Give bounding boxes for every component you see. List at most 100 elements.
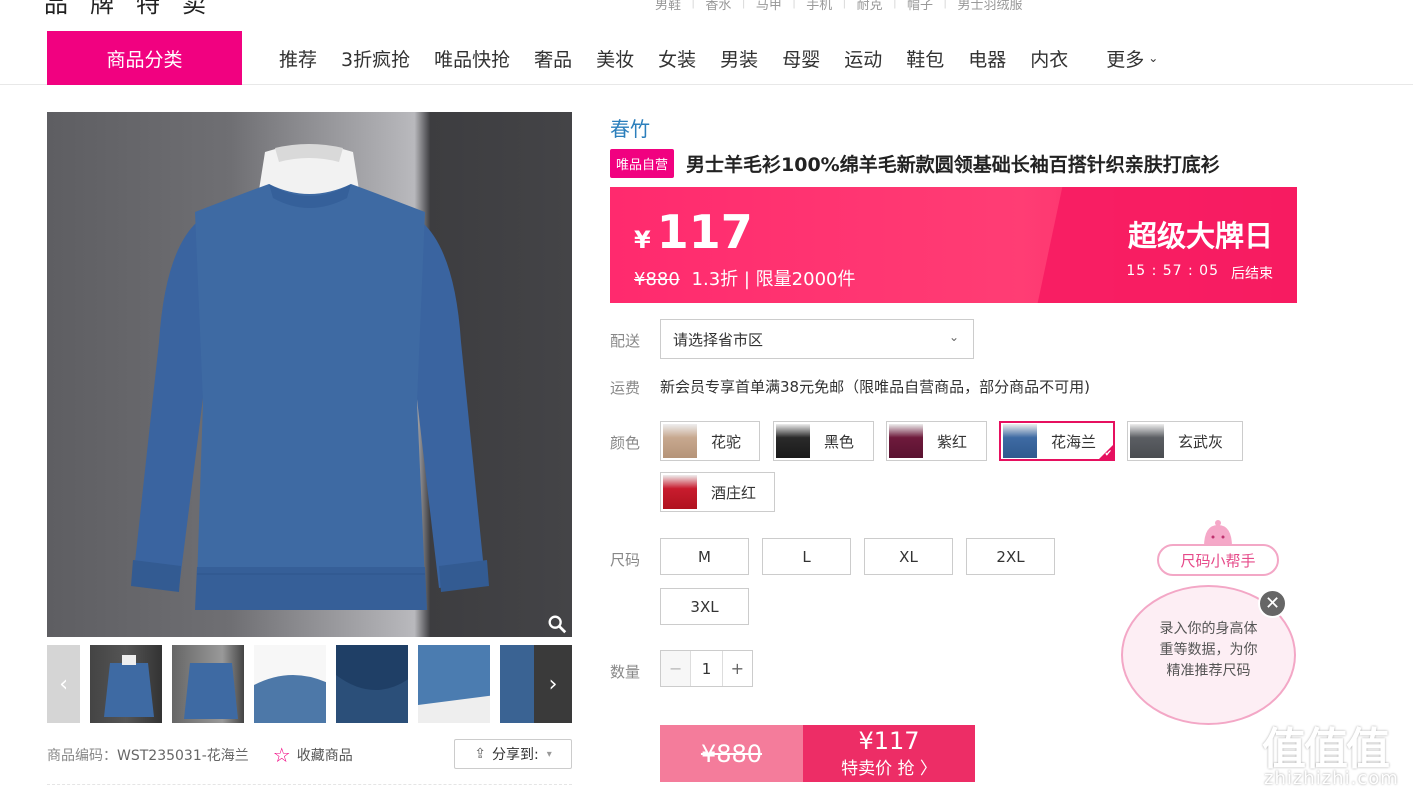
nav-item-luxury[interactable]: 奢品 bbox=[522, 45, 584, 72]
nav-item-appliances[interactable]: 电器 bbox=[956, 45, 1018, 72]
nav-item-flash-30[interactable]: 3折疯抢 bbox=[329, 45, 422, 72]
color-swatch bbox=[1130, 424, 1164, 458]
color-option-label: 花驼 bbox=[711, 432, 742, 451]
thumbnail-strip: ‹ › bbox=[47, 645, 573, 723]
color-swatch bbox=[776, 424, 810, 458]
favorite-button[interactable]: ☆ 收藏商品 bbox=[273, 743, 353, 767]
delivery-label: 配送 bbox=[610, 332, 641, 350]
helper-text-line: 重等数据，为你 bbox=[1159, 642, 1258, 658]
product-main-image[interactable] bbox=[47, 112, 572, 637]
size-option[interactable]: 3XL bbox=[660, 588, 749, 625]
keyword-link[interactable]: 男鞋 bbox=[645, 0, 691, 13]
sale-price: ¥ 117 bbox=[634, 205, 753, 259]
nav-item-recommend[interactable]: 推荐 bbox=[267, 45, 329, 72]
shipping-info: 新会员专享首单满38元免邮（限唯品自营商品，部分商品不可用) bbox=[660, 378, 1090, 396]
price-banner: ¥ 117 ¥880 1.3折 | 限量2000件 超级大牌日 15 : 57 … bbox=[610, 187, 1297, 303]
color-option[interactable]: 花驼 bbox=[660, 421, 760, 461]
color-option-label: 紫红 bbox=[937, 432, 968, 451]
keyword-link[interactable]: 香水 bbox=[695, 0, 741, 13]
thumbnail-image[interactable] bbox=[172, 645, 245, 723]
thumbnail-image[interactable] bbox=[254, 645, 327, 723]
chevron-down-icon: ⌄ bbox=[948, 330, 959, 344]
thumbnail-image[interactable] bbox=[418, 645, 491, 723]
buy-button[interactable]: ¥880 ¥117 特卖价 抢 〉 bbox=[660, 725, 975, 782]
sale-price-value: 117 bbox=[656, 205, 753, 259]
product-code-label: 商品编码： bbox=[47, 748, 117, 764]
buy-action-label: 特卖价 抢 〉 bbox=[841, 759, 937, 779]
nav-more-label: 更多 bbox=[1106, 48, 1145, 71]
color-option-selected[interactable]: 花海兰 ✔ bbox=[999, 421, 1115, 461]
color-option-label: 花海兰 bbox=[1051, 432, 1097, 451]
nav-item-underwear[interactable]: 内衣 bbox=[1018, 45, 1080, 72]
category-menu-button[interactable]: 商品分类 bbox=[47, 31, 242, 85]
shipping-label: 运费 bbox=[610, 379, 641, 397]
quantity-decrease-button[interactable]: − bbox=[661, 651, 692, 686]
address-select[interactable]: 请选择省市区 ⌄ bbox=[660, 319, 974, 359]
color-swatch bbox=[663, 424, 697, 458]
color-label: 颜色 bbox=[610, 434, 641, 452]
keyword-link[interactable]: 马甲 bbox=[746, 0, 792, 13]
quantity-input[interactable]: 1 bbox=[691, 651, 721, 686]
zoom-icon[interactable] bbox=[546, 613, 568, 635]
thumbnail-next-button[interactable]: › bbox=[534, 645, 572, 723]
quantity-increase-button[interactable]: + bbox=[721, 651, 752, 686]
product-title: 男士羊毛衫100%绵羊毛新款圆领基础长袖百搭针织亲肤打底衫 bbox=[686, 154, 1220, 176]
color-option-label: 酒庄红 bbox=[711, 483, 757, 502]
nav-item-shoes-bags[interactable]: 鞋包 bbox=[894, 45, 956, 72]
countdown: 15 : 57 : 05 后结束 bbox=[1126, 263, 1273, 283]
share-label: 分享到: bbox=[491, 747, 539, 763]
size-option[interactable]: L bbox=[762, 538, 851, 575]
size-option[interactable]: 2XL bbox=[966, 538, 1055, 575]
buy-action: ¥117 特卖价 抢 〉 bbox=[803, 725, 975, 782]
countdown-suffix: 后结束 bbox=[1231, 266, 1273, 282]
color-option[interactable]: 紫红 bbox=[886, 421, 987, 461]
keyword-link[interactable]: 男士羽绒服 bbox=[947, 0, 1032, 13]
divider bbox=[47, 784, 572, 785]
thumbnail-prev-button[interactable]: ‹ bbox=[47, 645, 81, 723]
share-icon: ⇪ bbox=[474, 746, 486, 762]
color-option[interactable]: 黑色 bbox=[773, 421, 874, 461]
keyword-link[interactable]: 帽子 bbox=[897, 0, 943, 13]
color-option[interactable]: 玄武灰 bbox=[1127, 421, 1243, 461]
main-nav: 商品分类 推荐 3折疯抢 唯品快抢 奢品 美妆 女装 男装 母婴 运动 鞋包 电… bbox=[0, 31, 1413, 85]
nav-item-quick-buy[interactable]: 唯品快抢 bbox=[422, 45, 522, 72]
size-option[interactable]: M bbox=[660, 538, 749, 575]
original-price: ¥880 bbox=[634, 269, 680, 290]
keyword-link[interactable]: 手机 bbox=[796, 0, 842, 13]
nav-item-beauty[interactable]: 美妆 bbox=[584, 45, 646, 72]
event-title: 超级大牌日 bbox=[1127, 219, 1273, 253]
discount-limit: 1.3折 | 限量2000件 bbox=[691, 269, 856, 290]
chevron-down-icon: ⌄ bbox=[1148, 51, 1159, 65]
close-icon[interactable]: ✕ bbox=[1258, 589, 1287, 618]
buy-price: ¥117 bbox=[858, 727, 920, 755]
nav-item-men[interactable]: 男装 bbox=[708, 45, 770, 72]
color-swatch bbox=[1003, 424, 1037, 458]
nav-more-button[interactable]: 更多 ⌄ bbox=[1080, 45, 1170, 72]
color-option-label: 玄武灰 bbox=[1178, 432, 1224, 451]
sweater-image bbox=[131, 144, 489, 610]
product-title-row: 唯品自营 男士羊毛衫100%绵羊毛新款圆领基础长袖百搭针织亲肤打底衫 bbox=[610, 149, 1220, 178]
color-option-label: 黑色 bbox=[824, 432, 855, 451]
nav-item-women[interactable]: 女装 bbox=[646, 45, 708, 72]
product-meta-row: 商品编码： WST235031-花海兰 ☆ 收藏商品 ⇪ 分享到: ▾ bbox=[47, 739, 572, 771]
share-button[interactable]: ⇪ 分享到: ▾ bbox=[454, 739, 572, 769]
keyword-link[interactable]: 耐克 bbox=[847, 0, 893, 13]
size-helper-title[interactable]: 尺码小帮手 bbox=[1157, 544, 1279, 576]
nav-item-sports[interactable]: 运动 bbox=[832, 45, 894, 72]
watermark-url: zhizhizhi.com bbox=[1264, 768, 1399, 789]
thumbnail-image[interactable] bbox=[336, 645, 409, 723]
hot-keywords: 男鞋 | 香水 | 马甲 | 手机 | 耐克 | 帽子 | 男士羽绒服 bbox=[645, 0, 1032, 13]
nav-item-baby[interactable]: 母婴 bbox=[770, 45, 832, 72]
star-icon: ☆ bbox=[272, 743, 291, 767]
size-option[interactable]: XL bbox=[864, 538, 953, 575]
helper-text-line: 录入你的身高体 bbox=[1159, 621, 1258, 637]
buy-original-price: ¥880 bbox=[660, 725, 803, 782]
product-code: WST235031-花海兰 bbox=[117, 748, 249, 764]
brand-link[interactable]: 春竹 bbox=[610, 113, 650, 142]
site-logo[interactable]: 品牌特卖 bbox=[44, 0, 228, 19]
color-option[interactable]: 酒庄红 bbox=[660, 472, 775, 512]
address-select-value: 请选择省市区 bbox=[673, 330, 764, 349]
thumbnail-image[interactable] bbox=[90, 645, 163, 723]
size-label: 尺码 bbox=[610, 551, 641, 569]
quantity-label: 数量 bbox=[610, 663, 641, 681]
